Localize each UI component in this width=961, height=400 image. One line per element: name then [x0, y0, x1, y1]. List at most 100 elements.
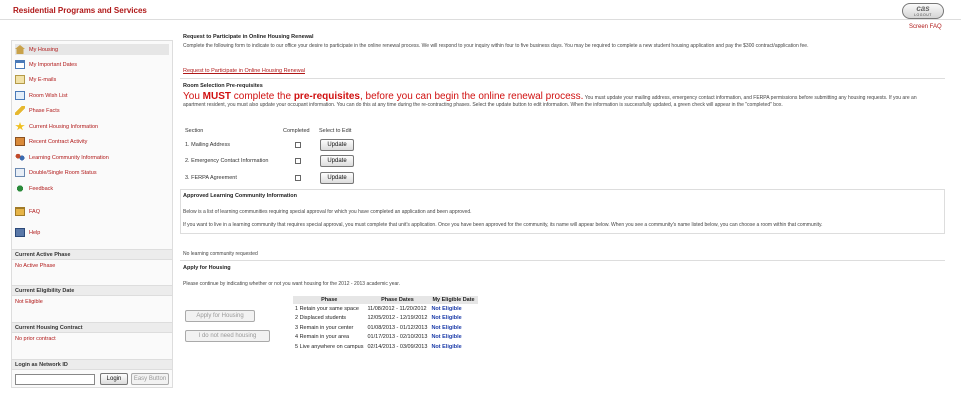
prereq-mailing-address: 1. Mailing Address — [185, 142, 230, 148]
network-login-title: Login as Network ID — [12, 359, 172, 370]
table-row: 5 Live anywhere on campus 02/14/2013 - 0… — [293, 342, 478, 352]
app-title: Residential Programs and Services — [13, 6, 147, 15]
sidebar-item-label: Phase Facts — [29, 107, 60, 114]
sidebar-item-label: My E-mails — [29, 76, 57, 83]
calendar-icon — [15, 60, 25, 69]
must-text-middle: complete the — [231, 91, 294, 102]
prerequisites-word: pre-requisites — [293, 91, 360, 102]
sidebar-item-my-housing[interactable]: My Housing — [15, 44, 169, 55]
house-icon — [15, 45, 25, 54]
phase-name: 5 Live anywhere on campus — [295, 343, 364, 350]
must-text-prefix: You — [183, 91, 203, 102]
feedback-icon — [15, 184, 25, 193]
divider — [180, 78, 945, 79]
phase-dates-header: Phase Dates — [365, 296, 430, 304]
table-row: 4 Remain in your area 01/17/2013 - 02/10… — [293, 333, 478, 343]
network-id-input[interactable] — [15, 374, 95, 385]
checklist-icon — [15, 91, 25, 100]
sidebar-item-contract-activity[interactable]: Recent Contract Activity — [15, 136, 87, 147]
phase-dates: 11/08/2012 - 11/20/2012 — [367, 305, 427, 312]
people-icon — [15, 153, 25, 162]
phase-name: 1 Retain your same space — [295, 305, 359, 312]
eligible-date: Not Eligible — [431, 343, 462, 350]
sidebar-item-room-status[interactable]: Double/Single Room Status — [15, 167, 97, 178]
sidebar-item-phase-facts[interactable]: Phase Facts — [15, 105, 60, 116]
prereqs-title: Room Selection Pre-requisites — [183, 83, 263, 89]
eligible-date: Not Eligible — [431, 334, 462, 341]
sidebar-item-learning-community[interactable]: Learning Community Information — [15, 152, 109, 163]
col-section-header: Section — [185, 128, 204, 134]
housing-contract-title: Current Housing Contract — [12, 322, 172, 333]
renewal-title: Request to Participate in Online Housing… — [183, 34, 314, 40]
col-completed-header: Completed — [283, 128, 310, 134]
sidebar-item-room-wish-list[interactable]: Room Wish List — [15, 90, 68, 101]
sidebar-item-emails[interactable]: My E-mails — [15, 74, 56, 85]
active-phase-section: Current Active Phase No Active Phase — [12, 249, 172, 272]
housing-contract-section: Current Housing Contract No prior contra… — [12, 322, 172, 345]
learning-text-1: Below is a list of learning communities … — [183, 209, 472, 215]
sidebar-item-label: Feedback — [29, 185, 54, 192]
prereq-ferpa: 3. FERPA Agreement — [185, 175, 237, 181]
easy-button[interactable]: Easy Button — [131, 373, 169, 385]
active-phase-value: No Active Phase — [15, 263, 56, 269]
sidebar-item-important-dates[interactable]: My Important Dates — [15, 59, 77, 70]
cas-logout-button[interactable]: cas LOGOUT — [902, 3, 944, 19]
update-ferpa-button[interactable]: Update — [320, 172, 354, 184]
cas-logo: cas — [916, 4, 930, 13]
sidebar-item-label: Double/Single Room Status — [29, 169, 97, 176]
eligible-date-header: My Eligible Date — [429, 296, 478, 304]
learning-title: Approved Learning Community Information — [183, 193, 297, 199]
eligible-date: Not Eligible — [431, 305, 462, 312]
phase-dates: 01/08/2013 - 01/12/2013 — [367, 324, 428, 331]
star-icon — [15, 122, 25, 131]
prereqs-instructions: You MUST complete the pre-requisites, be… — [183, 91, 940, 108]
learning-text-2: If you want to live in a learning commun… — [183, 222, 823, 228]
update-mailing-address-button[interactable]: Update — [320, 139, 354, 151]
mailing-address-completed-checkbox — [295, 142, 301, 148]
sidebar-item-label: Recent Contract Activity — [29, 138, 88, 145]
sidebar-item-label: Help — [29, 229, 41, 236]
eligibility-date-value: Not Eligible — [15, 299, 43, 305]
contract-icon — [15, 137, 25, 146]
divider — [180, 260, 945, 261]
logout-label: LOGOUT — [914, 13, 932, 17]
sidebar-item-help[interactable]: Help — [15, 227, 40, 238]
update-emergency-contact-button[interactable]: Update — [320, 155, 354, 167]
table-row: 1 Retain your same space 11/08/2012 - 11… — [293, 304, 478, 314]
eligible-date: Not Eligible — [431, 324, 462, 331]
apply-text: Please continue by indicating whether or… — [183, 281, 401, 287]
apply-for-housing-button[interactable]: Apply for Housing — [185, 310, 255, 322]
must-word: MUST — [202, 91, 231, 102]
main-content: Request to Participate in Online Housing… — [180, 30, 945, 388]
document-icon — [15, 168, 25, 177]
eligibility-date-title: Current Eligibility Date — [12, 285, 172, 296]
table-header-row: Phase Phase Dates My Eligible Date — [293, 296, 478, 304]
renewal-text: Complete the following form to indicate … — [183, 43, 809, 49]
sidebar-item-label: Room Wish List — [29, 92, 68, 99]
folder-icon — [15, 207, 25, 216]
phase-dates: 12/05/2012 - 12/19/2012 — [367, 315, 428, 322]
no-housing-needed-button[interactable]: I do not need housing — [185, 330, 270, 342]
no-learning-community: No learning community requested — [183, 251, 258, 257]
phase-dates: 01/17/2013 - 02/10/2013 — [367, 334, 428, 341]
sidebar: My Housing My Important Dates My E-mails… — [11, 40, 173, 388]
emergency-contact-completed-checkbox — [295, 158, 301, 164]
renewal-request-link[interactable]: Request to Participate in Online Housing… — [183, 68, 305, 74]
sidebar-item-feedback[interactable]: Feedback — [15, 183, 53, 194]
network-login-section: Login as Network ID — [12, 359, 172, 370]
housing-contract-value: No prior contract — [15, 336, 56, 342]
table-row: 2 Displaced students 12/05/2012 - 12/19/… — [293, 314, 478, 324]
phase-dates: 02/14/2013 - 03/09/2013 — [367, 343, 428, 350]
apply-title: Apply for Housing — [183, 265, 231, 271]
active-phase-title: Current Active Phase — [12, 249, 172, 260]
login-button[interactable]: Login — [100, 373, 128, 385]
sidebar-item-faq[interactable]: FAQ — [15, 206, 40, 217]
phases-table: Phase Phase Dates My Eligible Date 1 Ret… — [293, 296, 478, 352]
sidebar-item-current-housing[interactable]: Current Housing Information — [15, 121, 98, 132]
phase-header: Phase — [293, 296, 366, 304]
pencil-icon — [15, 106, 25, 115]
mail-icon — [15, 75, 25, 84]
app-header: Residential Programs and Services cas LO… — [0, 0, 961, 20]
sidebar-item-label: Learning Community Information — [29, 154, 109, 161]
phase-name: 3 Remain in your center — [295, 324, 354, 331]
